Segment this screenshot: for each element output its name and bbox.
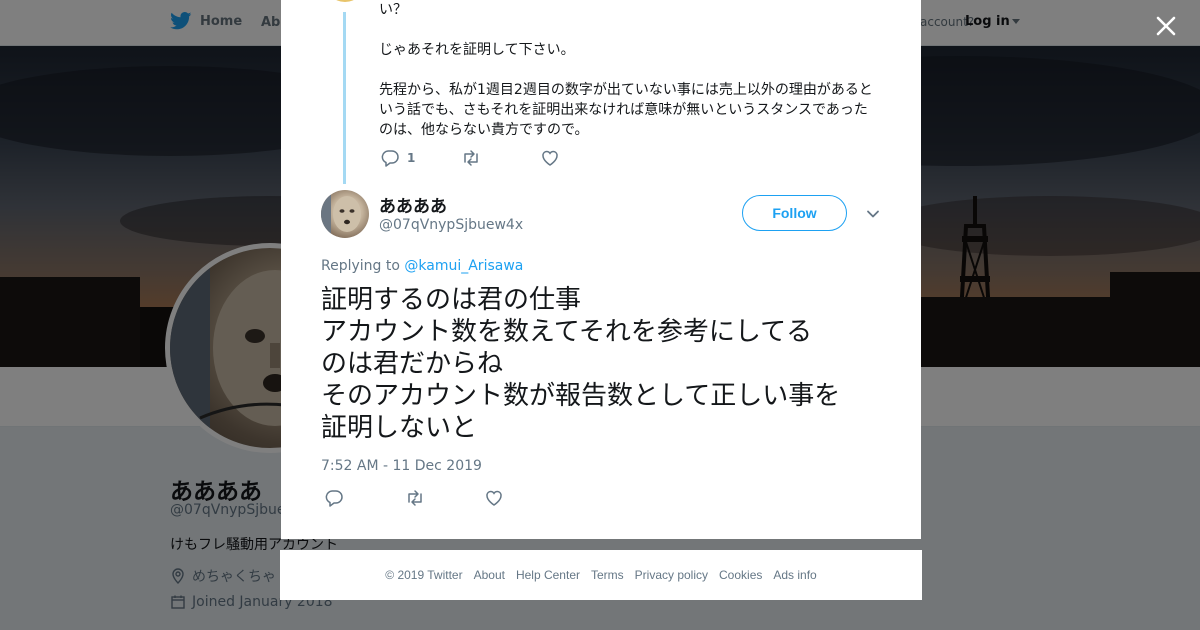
tweet-text-line: のは君だからね [321,349,504,379]
replying-prefix: Replying to [321,258,400,274]
footer-link-terms[interactable]: Terms [591,568,624,582]
previous-tweet-line: い？ [379,2,407,18]
tweet-text-line: 証明するのは君の仕事 [321,285,582,315]
tweet-text-line: アカウント数を数えてそれを参考にしてる [321,317,813,347]
chevron-down-icon[interactable] [865,206,881,222]
retweet-icon [408,490,422,506]
reply-button[interactable] [325,489,405,507]
retweet-icon [464,150,478,166]
replying-to-link[interactable]: @kamui_Arisawa [404,258,523,274]
modal-footer: © 2019 Twitter About Help Center Terms P… [280,550,922,600]
footer-copyright: © 2019 Twitter [385,568,463,582]
previous-tweet-actions: 1 [381,149,559,167]
reply-icon [325,490,343,507]
follow-button[interactable]: Follow [742,195,847,231]
tweet-actions [325,489,503,507]
previous-tweet-line: 先程から、私が1週目2週目の数字が出ていない事には売上以外の理由があるという話で… [379,82,873,138]
reply-button[interactable]: 1 [381,149,461,167]
close-icon[interactable] [1152,12,1180,40]
author-handle[interactable]: @07qVnypSjbuew4x [379,217,523,233]
previous-tweet-text: い？ じゃあそれを証明して下さい。 先程から、私が1週目2週目の数字が出ていない… [379,0,879,160]
tweet-text-line: そのアカウント数が報告数として正しい事を [321,381,841,411]
retweet-button[interactable] [405,489,485,507]
heart-icon [486,490,502,506]
thread-connector-line [343,12,346,184]
heart-icon [542,150,558,166]
previous-tweet-line: じゃあそれを証明して下さい。 [379,42,575,58]
stone-mask-image [321,190,361,238]
tweet-timestamp[interactable]: 7:52 AM - 11 Dec 2019 [321,458,482,474]
footer-link-help-center[interactable]: Help Center [516,568,580,582]
tweet-text-line: 証明しないと [321,413,478,443]
author-name[interactable]: ああああ [379,192,447,217]
footer-link-ads-info[interactable]: Ads info [773,568,816,582]
replying-to: Replying to @kamui_Arisawa [321,258,523,274]
reply-icon [381,150,399,167]
tweet-header: ああああ @07qVnypSjbuew4x Follow [321,190,891,240]
tweet-permalink-modal: い？ じゃあそれを証明して下さい。 先程から、私が1週目2週目の数字が出ていない… [281,0,921,539]
like-button[interactable] [485,489,503,507]
footer-link-about[interactable]: About [474,568,505,582]
like-button[interactable] [541,149,559,167]
author-avatar[interactable] [321,190,369,238]
tweet-text: 証明するのは君の仕事 アカウント数を数えてそれを参考にしてる のは君だからね そ… [321,284,891,444]
footer-link-privacy[interactable]: Privacy policy [635,568,708,582]
retweet-button[interactable] [461,149,541,167]
previous-tweet-avatar[interactable] [325,0,365,2]
reply-count: 1 [407,151,416,165]
footer-link-cookies[interactable]: Cookies [719,568,762,582]
